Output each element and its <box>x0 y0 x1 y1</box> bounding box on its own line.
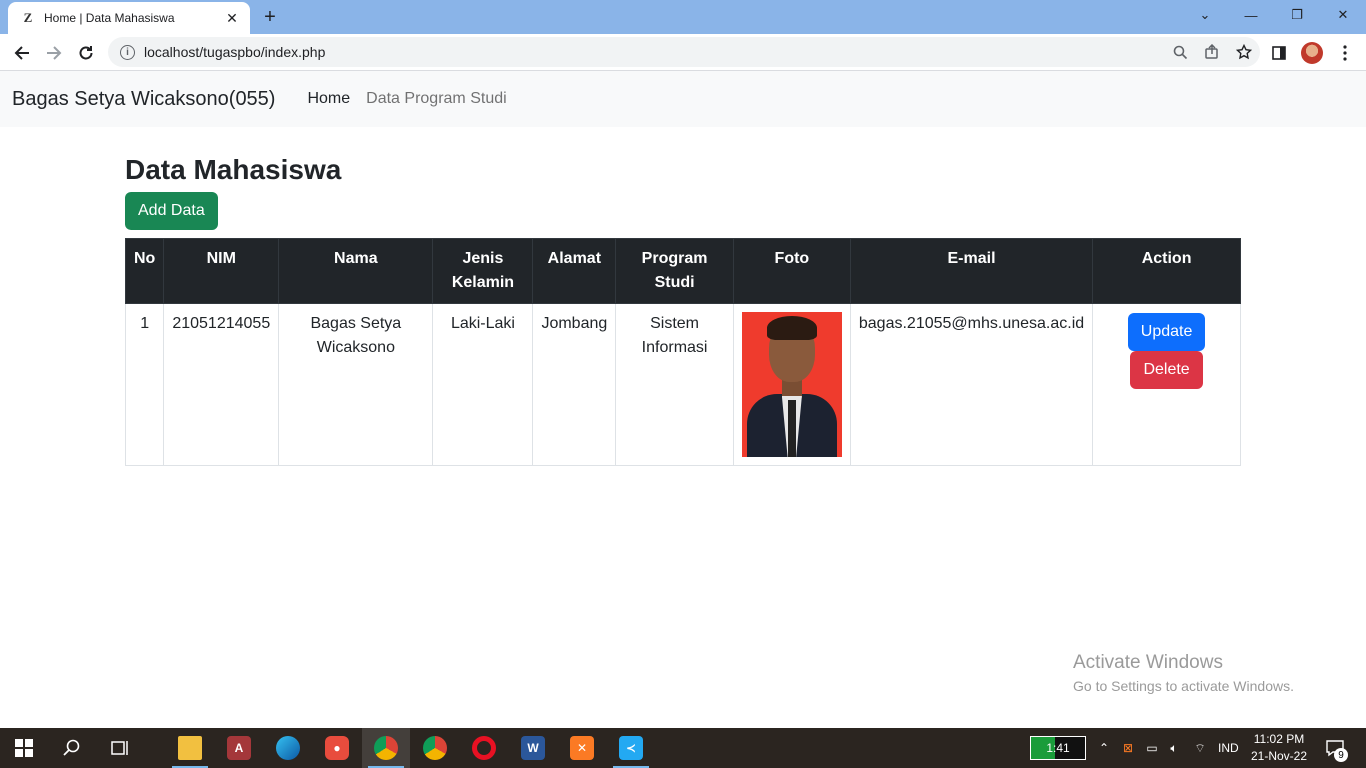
side-panel-icon[interactable] <box>1266 40 1292 66</box>
screen-recorder-icon[interactable]: ● <box>313 728 361 768</box>
navbar-brand[interactable]: Bagas Setya Wicaksono(055) <box>12 88 275 111</box>
column-header-program-studi: Program Studi <box>615 238 734 304</box>
browser-tab[interactable]: Z Home | Data Mahasiswa ✕ <box>8 2 250 34</box>
back-arrow-icon[interactable] <box>9 40 35 66</box>
cell-email: bagas.21055@mhs.unesa.ac.id <box>849 303 1094 466</box>
chrome-app-icon[interactable] <box>362 728 410 768</box>
add-data-button[interactable]: Add Data <box>125 192 218 230</box>
profile-avatar[interactable] <box>1299 40 1325 66</box>
cell-nama: Bagas Setya Wicaksono <box>278 303 434 466</box>
new-tab-button[interactable]: + <box>258 5 282 29</box>
browser-tabstrip: Z Home | Data Mahasiswa ✕ + ⌄ — ❐ ✕ <box>0 0 1366 34</box>
show-hidden-icons-chevron-icon[interactable]: ⌃ <box>1096 728 1112 768</box>
site-info-icon[interactable]: i <box>120 44 135 60</box>
clock-date: 21-Nov-22 <box>1250 749 1308 763</box>
battery-icon[interactable]: ▭ <box>1144 728 1160 768</box>
mahasiswa-table: No NIM Nama Jenis Kelamin Alamat Program… <box>124 238 1241 466</box>
browser-toolbar: i localhost/tugaspbo/index.php <box>0 34 1366 71</box>
cell-jenis-kelamin: Laki-Laki <box>432 303 534 466</box>
tab-title: Home | Data Mahasiswa <box>44 11 175 25</box>
column-header-nim: NIM <box>163 238 280 304</box>
volume-icon[interactable]: 🔈︎ <box>1166 728 1182 768</box>
xampp-icon[interactable]: ✕ <box>558 728 606 768</box>
watermark-subtitle: Go to Settings to activate Windows. <box>1073 678 1294 694</box>
battery-time-badge[interactable]: 1:41 <box>1030 736 1086 760</box>
table-row: 1 21051214055 Bagas Setya Wicaksono Laki… <box>124 303 1241 466</box>
file-explorer-icon[interactable] <box>166 728 214 768</box>
clock-time: 11:02 PM <box>1253 732 1305 746</box>
url-text[interactable]: localhost/tugaspbo/index.php <box>144 44 1164 60</box>
address-bar[interactable]: i localhost/tugaspbo/index.php <box>108 37 1260 67</box>
zoom-search-icon[interactable] <box>1164 38 1196 66</box>
chrome-browser-icon[interactable] <box>411 728 459 768</box>
column-header-email: E-mail <box>849 238 1094 304</box>
column-header-nama: Nama <box>278 238 434 304</box>
main-content: Data Mahasiswa Add Data No NIM Nama Jeni… <box>124 127 1241 466</box>
xampp-tray-icon[interactable]: ⊠ <box>1120 728 1136 768</box>
notification-center-icon[interactable]: 9 <box>1322 728 1348 768</box>
nav-link-data-program-studi[interactable]: Data Program Studi <box>358 90 515 108</box>
edge-browser-icon[interactable] <box>264 728 312 768</box>
column-header-foto: Foto <box>732 238 851 304</box>
student-photo <box>741 312 842 457</box>
reload-icon[interactable] <box>73 40 99 66</box>
restore-button[interactable]: ❐ <box>1274 0 1320 30</box>
column-header-alamat: Alamat <box>532 238 617 304</box>
minimize-button[interactable]: — <box>1228 0 1274 30</box>
cell-no: 1 <box>124 303 165 466</box>
activate-windows-watermark: Activate Windows Go to Settings to activ… <box>1073 652 1294 694</box>
browser-menu-icon[interactable] <box>1332 40 1358 66</box>
table-header-row: No NIM Nama Jenis Kelamin Alamat Program… <box>124 238 1241 304</box>
close-window-button[interactable]: ✕ <box>1320 0 1366 30</box>
cell-foto <box>732 303 851 466</box>
nav-link-home[interactable]: Home <box>299 90 358 108</box>
opera-browser-icon[interactable] <box>460 728 508 768</box>
cell-action: Update Delete <box>1092 303 1241 466</box>
word-app-icon[interactable]: W <box>509 728 557 768</box>
column-header-no: No <box>124 238 165 304</box>
site-navbar: Bagas Setya Wicaksono(055) Home Data Pro… <box>0 71 1366 127</box>
cell-program-studi: Sistem Informasi <box>615 303 734 466</box>
cell-nim: 21051214055 <box>163 303 280 466</box>
bookmark-star-icon[interactable] <box>1228 38 1260 66</box>
access-app-icon[interactable]: A <box>215 728 263 768</box>
vscode-icon[interactable]: ≺ <box>607 728 655 768</box>
tab-close-icon[interactable]: ✕ <box>224 10 240 27</box>
column-header-action: Action <box>1092 238 1241 304</box>
delete-button[interactable]: Delete <box>1130 351 1203 389</box>
notification-count: 9 <box>1334 748 1348 762</box>
page-title: Data Mahasiswa <box>125 154 342 185</box>
tab-search-icon[interactable]: ⌄ <box>1182 0 1228 30</box>
task-view-icon[interactable] <box>96 728 144 768</box>
language-indicator[interactable]: IND <box>1218 728 1239 768</box>
network-icon[interactable]: ⌔ <box>1192 728 1208 768</box>
start-windows-icon[interactable] <box>0 728 48 768</box>
windows-taskbar: A ● W ✕ ≺ 1:41 ⌃ ⊠ ▭ 🔈︎ ⌔ IND 11:02 PM 2… <box>0 728 1366 768</box>
search-icon[interactable] <box>48 728 96 768</box>
column-header-jenis-kelamin: Jenis Kelamin <box>432 238 534 304</box>
update-button[interactable]: Update <box>1127 313 1206 351</box>
taskbar-clock[interactable]: 11:02 PM 21-Nov-22 <box>1248 731 1310 765</box>
site-favicon-icon: Z <box>23 10 33 25</box>
watermark-title: Activate Windows <box>1073 652 1223 673</box>
cell-alamat: Jombang <box>532 303 617 466</box>
share-icon[interactable] <box>1196 38 1228 66</box>
forward-arrow-icon[interactable] <box>41 40 67 66</box>
